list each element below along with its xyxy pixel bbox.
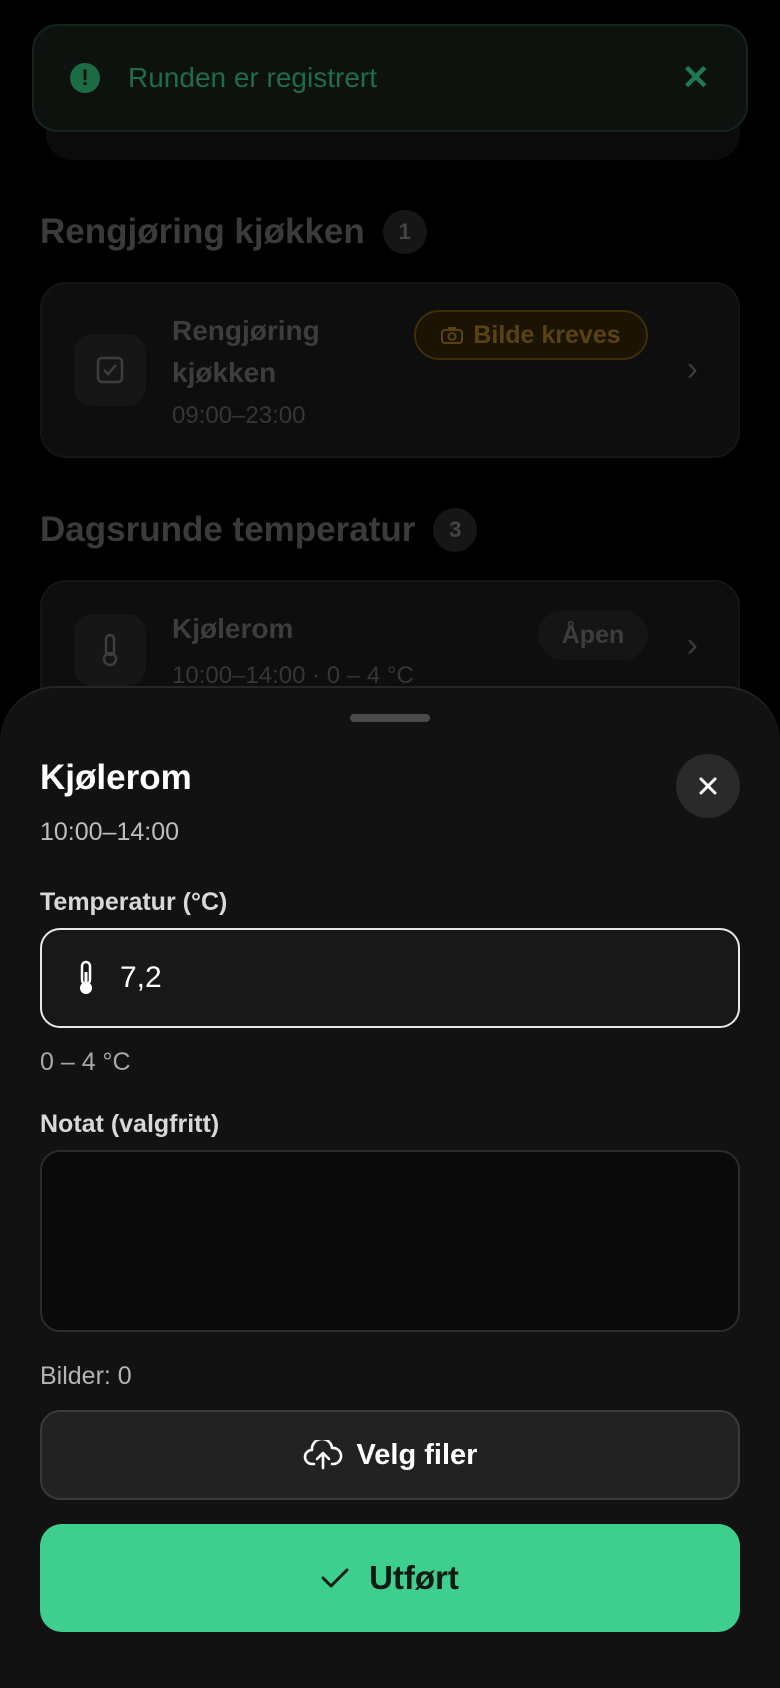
temperature-range-hint: 0 – 4 °C [40,1048,131,1076]
bottom-sheet: Kjølerom 10:00–14:00 Temperatur (°C) 0 –… [0,686,780,1688]
close-button[interactable] [676,754,740,818]
toast-close-icon[interactable]: ✕ [682,58,711,98]
temperature-field[interactable] [40,928,740,1028]
section-count-badge: 3 [433,508,478,552]
note-textarea[interactable] [40,1150,740,1332]
choose-files-button[interactable]: Velg filer [40,1410,740,1500]
card-title: Kjølerom [172,613,294,644]
sheet-time: 10:00–14:00 [40,818,180,846]
thermometer-icon [80,960,92,994]
status-badge: Åpen [538,610,648,660]
section-title-text: Dagsrunde temperatur [40,510,416,549]
sheet-drag-handle[interactable] [350,714,430,722]
close-icon [699,777,717,795]
photo-required-label: Bilde kreves [473,320,621,349]
checkbox-icon [74,334,146,406]
camera-icon [441,327,464,344]
images-count: Bilder: 0 [40,1362,132,1390]
temperature-input[interactable] [118,960,682,996]
section-title-temperature: Dagsrunde temperatur 3 [40,508,478,552]
card-title-line2: kjøkken [172,357,277,388]
section-count-badge: 1 [382,210,427,254]
toast-message: Runden er registrert [128,62,378,93]
photo-required-badge: Bilde kreves [414,310,648,360]
done-label: Utført [369,1559,459,1596]
sheet-title: Kjølerom [40,758,192,797]
check-icon [321,1568,349,1588]
alert-circle-icon: ! [70,63,100,93]
toast-notification: ! Runden er registrert ✕ [32,24,748,132]
section-title-cleaning: Rengjøring kjøkken 1 [40,210,427,254]
card-title-line1: Rengjøring [172,315,320,346]
temperature-label: Temperatur (°C) [40,888,228,916]
card-time: 09:00–23:00 [172,402,306,429]
task-card-cleaning[interactable]: Rengjøring kjøkken 09:00–23:00 Bilde kre… [40,282,740,458]
note-label: Notat (valgfritt) [40,1110,220,1138]
choose-files-label: Velg filer [356,1438,478,1471]
done-button[interactable]: Utført [40,1524,740,1632]
thermometer-icon [74,614,146,686]
chevron-right-icon: › [686,350,698,388]
cloud-upload-icon [303,1440,342,1470]
chevron-right-icon: › [686,626,698,664]
section-title-text: Rengjøring kjøkken [40,212,365,251]
